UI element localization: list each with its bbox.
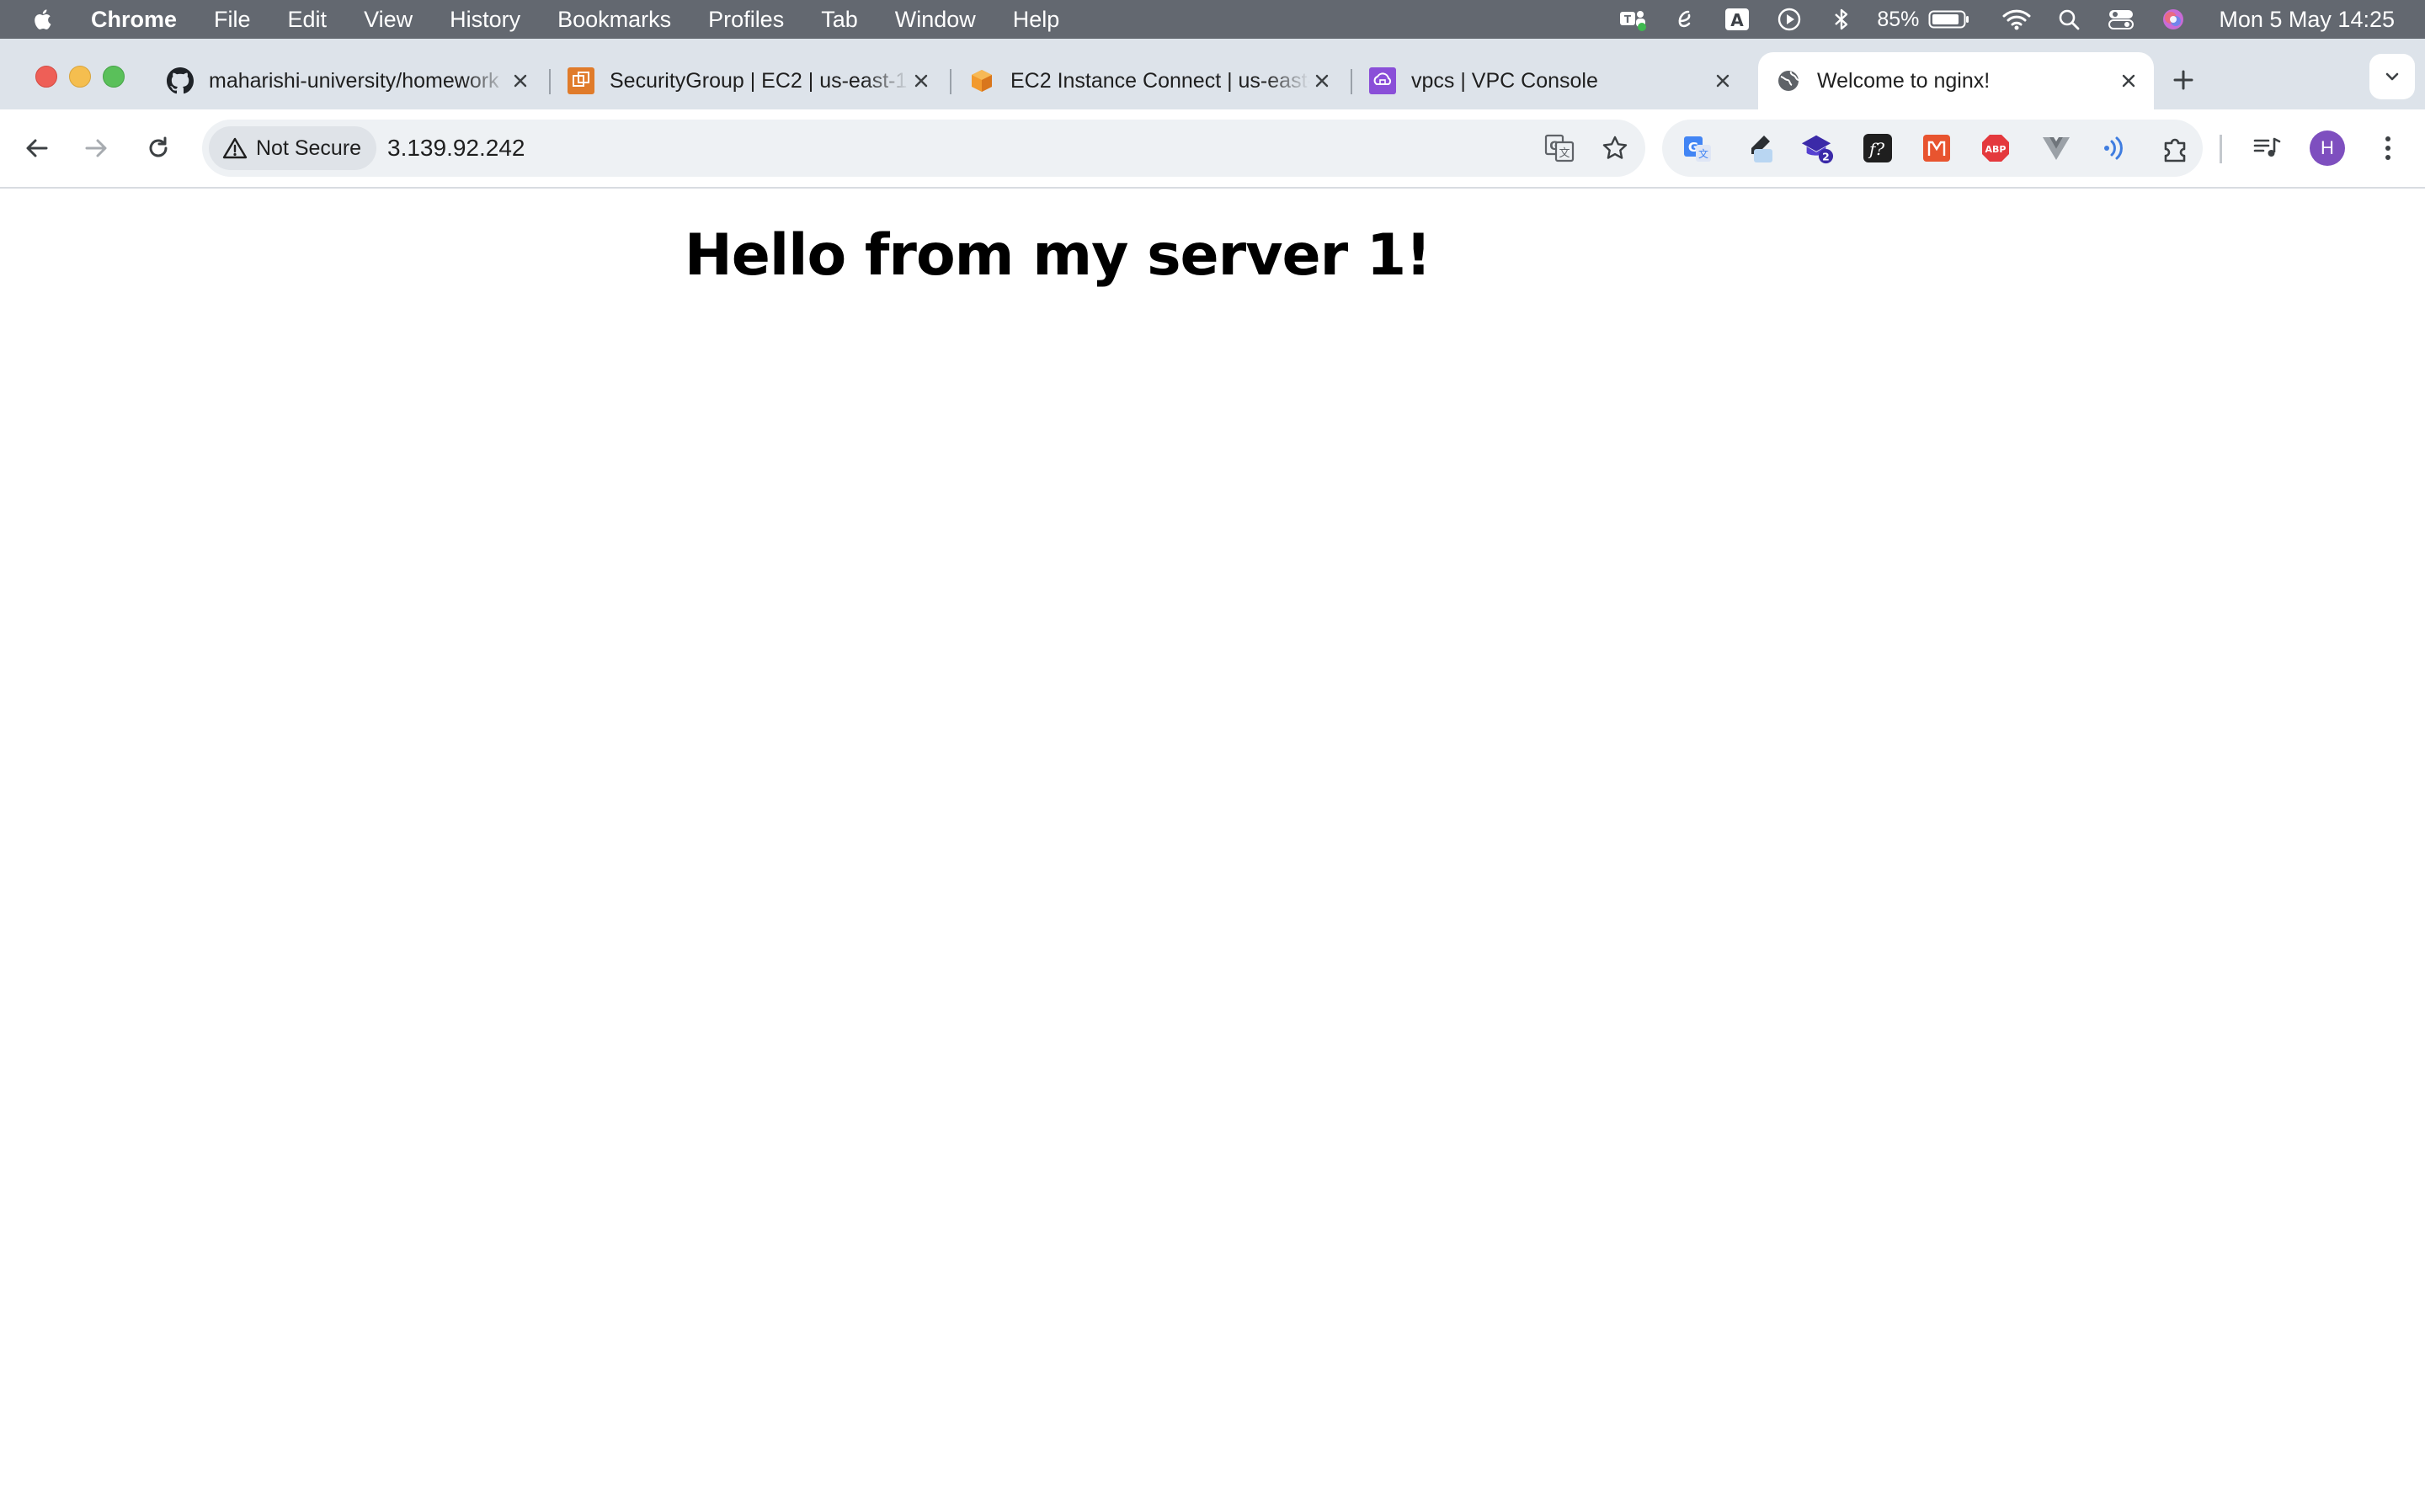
read-aloud-extension-icon[interactable] [2098, 131, 2132, 165]
control-center-icon[interactable] [2104, 0, 2138, 39]
spotlight-search-icon[interactable] [2052, 0, 2086, 39]
profile-initial: H [2310, 130, 2345, 166]
svg-text:T: T [1624, 13, 1632, 25]
github-icon [167, 67, 194, 94]
menu-help[interactable]: Help [1013, 7, 1060, 33]
security-group-icon [568, 67, 594, 94]
reload-icon[interactable] [138, 128, 179, 168]
toolbar-separator [2220, 135, 2222, 163]
tab-close-icon[interactable] [509, 69, 532, 93]
vue-devtools-icon[interactable] [2039, 131, 2073, 165]
script-e-icon[interactable] [1668, 0, 1702, 39]
svg-text:f?: f? [1868, 139, 1884, 159]
warning-triangle-icon [222, 136, 248, 160]
not-secure-chip[interactable]: Not Secure [209, 126, 377, 170]
extensions-puzzle-icon[interactable] [2159, 131, 2193, 165]
bookmark-star-icon[interactable] [1598, 131, 1632, 165]
teams-icon[interactable]: T [1616, 0, 1650, 39]
tab-close-icon[interactable] [2117, 69, 2140, 93]
back-arrow-icon[interactable] [17, 128, 57, 168]
menu-view[interactable]: View [364, 7, 413, 33]
globe-icon [1775, 67, 1802, 94]
tab-welcome-nginx[interactable]: Welcome to nginx! [1758, 52, 2154, 109]
mi-extension-icon[interactable] [1920, 131, 1953, 165]
security-label: Not Secure [256, 136, 362, 160]
tab-close-icon[interactable] [909, 69, 933, 93]
menu-tab[interactable]: Tab [821, 7, 858, 33]
graduation-cap-extension-icon[interactable]: 2 [1800, 131, 1834, 165]
tab-close-icon[interactable] [1711, 69, 1735, 93]
window-zoom-button[interactable] [103, 66, 125, 88]
tab-close-icon[interactable] [1310, 69, 1334, 93]
battery-icon[interactable] [1927, 0, 1971, 39]
new-tab-plus-icon[interactable] [2166, 62, 2201, 98]
aws-box-icon [968, 67, 995, 94]
extension-badge: 2 [1822, 151, 1830, 162]
page-content: Hello from my server 1! [0, 189, 2425, 1512]
macos-menu-bar: Chrome File Edit View History Bookmarks … [0, 0, 2425, 39]
menu-edit[interactable]: Edit [288, 7, 328, 33]
window-minimize-button[interactable] [69, 66, 91, 88]
menu-app-name[interactable]: Chrome [91, 7, 177, 33]
tab-title: EC2 Instance Connect | us-east-1 [1010, 68, 1310, 93]
extensions-group: G文 2 f? ABP [1662, 120, 2203, 177]
wifi-icon[interactable] [2000, 0, 2033, 39]
chrome-menu-kebab-icon[interactable] [2368, 128, 2408, 168]
bluetooth-icon[interactable] [1825, 0, 1858, 39]
tab-title: SecurityGroup | EC2 | us-east-1 [610, 68, 908, 93]
menu-bookmarks[interactable]: Bookmarks [557, 7, 671, 33]
menubar-clock[interactable]: Mon 5 May 14:25 [2219, 7, 2395, 33]
google-translate-extension-icon[interactable]: G文 [1681, 131, 1714, 165]
menu-window[interactable]: Window [895, 7, 976, 33]
browser-toolbar: Not Secure 3.139.92.242 G文 G文 2 f? ABP H [0, 109, 2425, 189]
translate-icon[interactable]: G文 [1543, 131, 1576, 165]
forward-arrow-icon[interactable] [76, 128, 116, 168]
svg-text:文: 文 [1559, 147, 1570, 160]
tab-security-group[interactable]: SecurityGroup | EC2 | us-east-1 [551, 52, 946, 109]
color-picker-extension-icon[interactable] [1741, 131, 1775, 165]
tab-vpc-console[interactable]: vpcs | VPC Console [1352, 52, 1748, 109]
play-circle-icon[interactable] [1772, 0, 1806, 39]
formula-extension-icon[interactable]: f? [1861, 131, 1895, 165]
tab-github-homework[interactable]: maharishi-university/homework [150, 52, 546, 109]
svg-text:文: 文 [1698, 147, 1708, 160]
menu-file[interactable]: File [214, 7, 251, 33]
tab-title: maharishi-university/homework [209, 68, 499, 93]
svg-text:ABP: ABP [1985, 144, 2007, 155]
menu-history[interactable]: History [450, 7, 520, 33]
apple-logo-icon[interactable] [32, 8, 56, 31]
tab-title: vpcs | VPC Console [1411, 68, 1598, 93]
battery-percent: 85% [1877, 7, 1920, 31]
tab-search-chevron-icon[interactable] [2369, 54, 2415, 99]
tab-ec2-instance-connect[interactable]: EC2 Instance Connect | us-east-1 [951, 52, 1347, 109]
url-text[interactable]: 3.139.92.242 [387, 120, 525, 177]
siri-icon[interactable] [2156, 0, 2190, 39]
address-bar[interactable]: Not Secure 3.139.92.242 G文 [202, 120, 1645, 177]
window-close-button[interactable] [35, 66, 57, 88]
adblock-plus-icon[interactable]: ABP [1979, 131, 2012, 165]
input-source-icon[interactable]: A [1720, 0, 1754, 39]
tab-strip: maharishi-university/homework SecurityGr… [0, 39, 2425, 109]
tab-title: Welcome to nginx! [1817, 68, 1991, 93]
status-area: T A 85% Mon 5 May 14:25 [1597, 0, 2425, 39]
media-controls-icon[interactable] [2246, 128, 2287, 168]
svg-text:A: A [1731, 10, 1745, 30]
profile-avatar[interactable]: H [2307, 128, 2348, 168]
menu-items: Chrome File Edit View History Bookmarks … [91, 0, 1096, 39]
page-heading: Hello from my server 1! [684, 222, 1431, 289]
menu-profiles[interactable]: Profiles [708, 7, 784, 33]
vpc-icon [1369, 67, 1396, 94]
